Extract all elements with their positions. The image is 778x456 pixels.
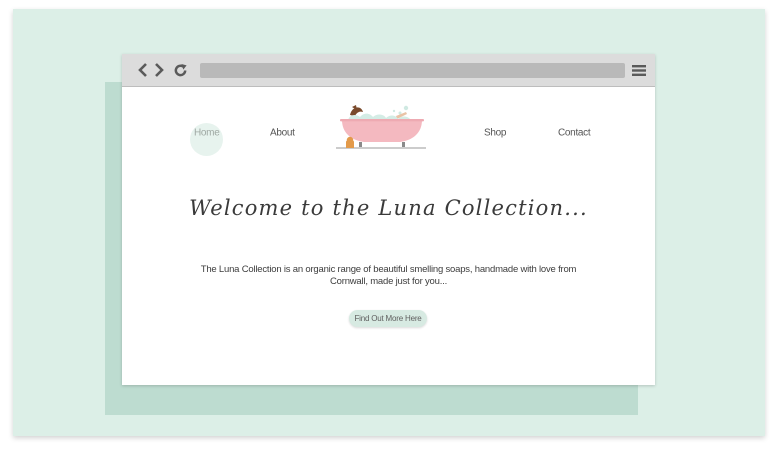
chevron-right-icon[interactable]	[154, 62, 165, 78]
intro-text: The Luna Collection is an organic range …	[200, 264, 577, 287]
address-bar[interactable]	[200, 63, 625, 78]
nav-about-link[interactable]: About	[270, 128, 295, 139]
find-out-more-button[interactable]: Find Out More Here	[349, 310, 427, 327]
nav-home-link[interactable]: Home	[194, 128, 220, 139]
browser-toolbar	[122, 54, 655, 87]
reload-icon[interactable]	[173, 62, 188, 78]
browser-window: Home About Shop Contact Welcome to the L…	[122, 54, 655, 385]
welcome-heading: Welcome to the Luna Collection...	[189, 196, 588, 220]
hamburger-menu-icon[interactable]	[632, 64, 646, 77]
nav-contact-link[interactable]: Contact	[558, 128, 591, 139]
bathtub-logo	[336, 105, 426, 149]
chevron-left-icon[interactable]	[137, 62, 148, 78]
website-page: Home About Shop Contact Welcome to the L…	[122, 87, 655, 385]
nav-shop-link[interactable]: Shop	[484, 128, 506, 139]
